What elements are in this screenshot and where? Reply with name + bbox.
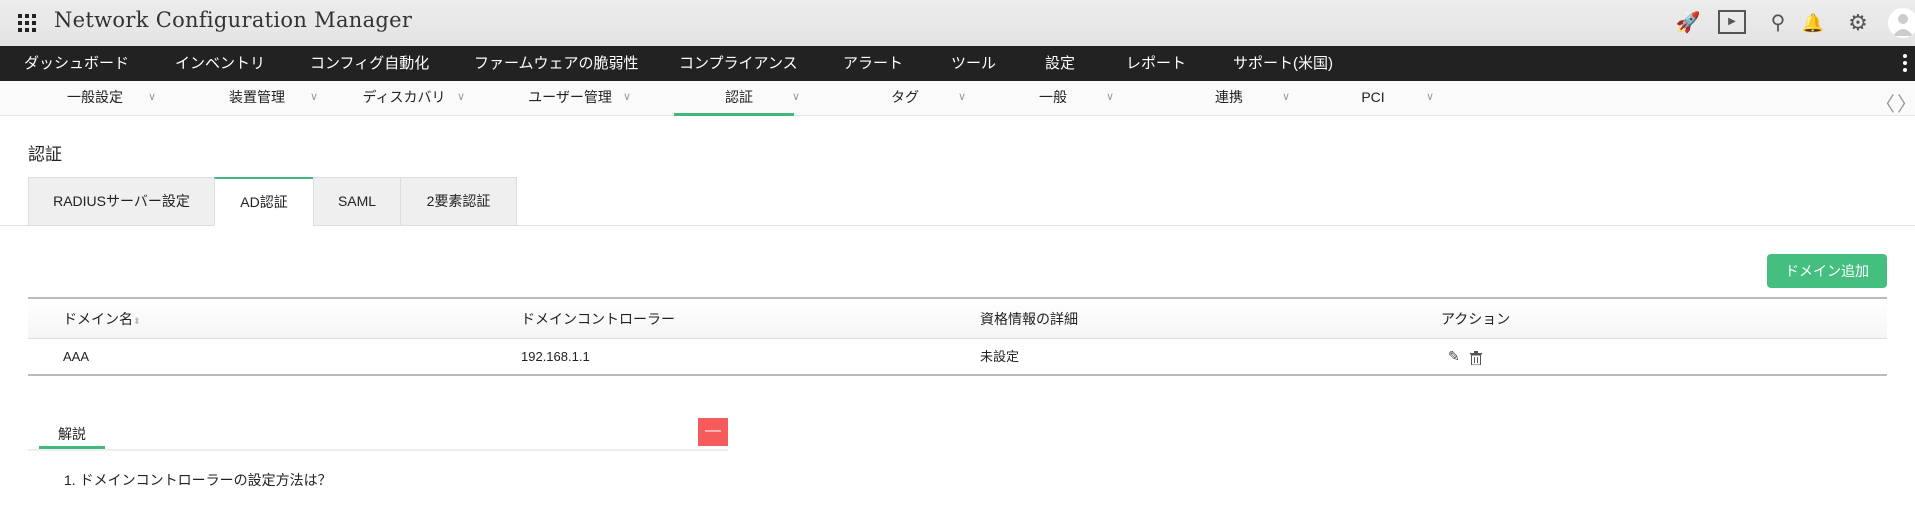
nav-compliance[interactable]: コンプライアンス: [679, 46, 798, 81]
subnav-user-management[interactable]: ユーザー管理 ∨: [505, 81, 667, 116]
nav-settings[interactable]: 設定: [1045, 46, 1075, 81]
app-title: Network Configuration Manager: [54, 8, 413, 32]
subnav-label: PCI: [1361, 89, 1385, 105]
nav-dashboard[interactable]: ダッシュボード: [24, 46, 129, 81]
edit-icon[interactable]: ✎: [1448, 339, 1460, 374]
subnav-label: 認証: [725, 89, 753, 105]
col-domain-name[interactable]: ドメイン名⬍: [63, 299, 141, 341]
delete-icon[interactable]: [1470, 339, 1482, 374]
tab-2fa[interactable]: 2要素認証: [400, 177, 517, 226]
scroll-right-icon[interactable]: 〉: [1897, 88, 1915, 117]
cell-credentials: 未設定: [980, 349, 1020, 364]
domain-table: ドメイン名⬍ ドメインコントローラー 資格情報の詳細 アクション AAA 192…: [28, 297, 1887, 376]
chevron-down-icon: ∨: [792, 91, 801, 103]
rocket-icon[interactable]: 🚀: [1675, 10, 1701, 36]
cell-domain: AAA: [63, 349, 90, 364]
nav-support[interactable]: サポート(米国): [1233, 46, 1333, 81]
sort-icon[interactable]: ⬍: [133, 316, 141, 326]
subnav-tags[interactable]: タグ ∨: [840, 81, 1002, 116]
chevron-down-icon: ∨: [148, 91, 157, 103]
nav-firmware-vulnerability[interactable]: ファームウェアの脆弱性: [474, 46, 639, 81]
gear-icon[interactable]: ⚙: [1845, 10, 1871, 36]
page-title: 認証: [28, 145, 62, 164]
nav-config-automation[interactable]: コンフィグ自動化: [310, 46, 429, 81]
help-divider: [28, 449, 728, 451]
subnav-pci[interactable]: PCI ∨: [1308, 81, 1470, 116]
col-actions: アクション: [1441, 311, 1511, 327]
nav-reports[interactable]: レポート: [1126, 46, 1186, 81]
chevron-down-icon: ∨: [958, 91, 967, 103]
app-grid-icon[interactable]: [18, 14, 36, 32]
chevron-down-icon: ∨: [1106, 91, 1115, 103]
bell-icon[interactable]: 🔔: [1800, 10, 1826, 36]
cell-controller: 192.168.1.1: [521, 349, 590, 364]
subnav-discovery[interactable]: ディスカバリ ∨: [339, 81, 501, 116]
subnav-label: ディスカバリ: [362, 89, 446, 105]
col-credentials: 資格情報の詳細: [980, 311, 1078, 327]
subnav-authentication[interactable]: 認証 ∨: [674, 81, 836, 116]
nav-tools[interactable]: ツール: [951, 46, 996, 81]
sub-nav: 一般設定 ∨ 装置管理 ∨ ディスカバリ ∨ ユーザー管理 ∨ 認証 ∨ タグ ∨ 一般 ∨ …: [0, 81, 1915, 116]
nav-alerts[interactable]: アラート: [843, 46, 903, 81]
chevron-down-icon: ∨: [1282, 91, 1291, 103]
search-icon[interactable]: ⚲: [1765, 10, 1791, 36]
nav-inventory[interactable]: インベントリ: [175, 46, 265, 81]
table-header: ドメイン名⬍ ドメインコントローラー 資格情報の詳細 アクション: [28, 299, 1887, 339]
chevron-down-icon: ∨: [457, 91, 466, 103]
header-label: ドメイン名: [63, 311, 133, 327]
subnav-general-settings[interactable]: 一般設定 ∨: [30, 81, 192, 116]
subnav-label: 装置管理: [229, 89, 285, 105]
subnav-label: タグ: [891, 89, 919, 105]
subnav-device-management[interactable]: 装置管理 ∨: [192, 81, 354, 116]
chevron-down-icon: ∨: [310, 91, 319, 103]
main-nav: ダッシュボード インベントリ コンフィグ自動化 ファームウェアの脆弱性 コンプラ…: [0, 46, 1915, 81]
add-domain-button[interactable]: ドメイン追加: [1767, 254, 1887, 288]
presentation-icon[interactable]: ▶: [1718, 10, 1746, 34]
tab-ad-auth[interactable]: AD認証: [214, 177, 314, 226]
tab-saml[interactable]: SAML: [313, 177, 401, 226]
user-avatar-icon[interactable]: [1888, 8, 1915, 38]
subnav-general[interactable]: 一般 ∨: [988, 81, 1150, 116]
more-menu-icon[interactable]: [1903, 54, 1907, 75]
help-tab[interactable]: 解説: [39, 419, 105, 449]
subnav-label: 連携: [1215, 89, 1243, 105]
help-question-link[interactable]: 1. ドメインコントローラーの設定方法は？: [64, 470, 332, 490]
subnav-label: 一般設定: [67, 89, 123, 105]
table-row: AAA 192.168.1.1 未設定 ✎: [28, 339, 1887, 374]
chevron-down-icon: ∨: [1426, 91, 1435, 103]
chevron-down-icon: ∨: [623, 91, 632, 103]
collapse-button[interactable]: —: [698, 418, 728, 446]
subnav-label: ユーザー管理: [528, 89, 612, 105]
scroll-left-icon[interactable]: 〈: [1875, 88, 1895, 117]
col-domain-controller: ドメインコントローラー: [521, 311, 675, 327]
subnav-integration[interactable]: 連携 ∨: [1164, 81, 1326, 116]
tab-radius[interactable]: RADIUSサーバー設定: [28, 177, 215, 226]
subnav-label: 一般: [1039, 89, 1067, 105]
